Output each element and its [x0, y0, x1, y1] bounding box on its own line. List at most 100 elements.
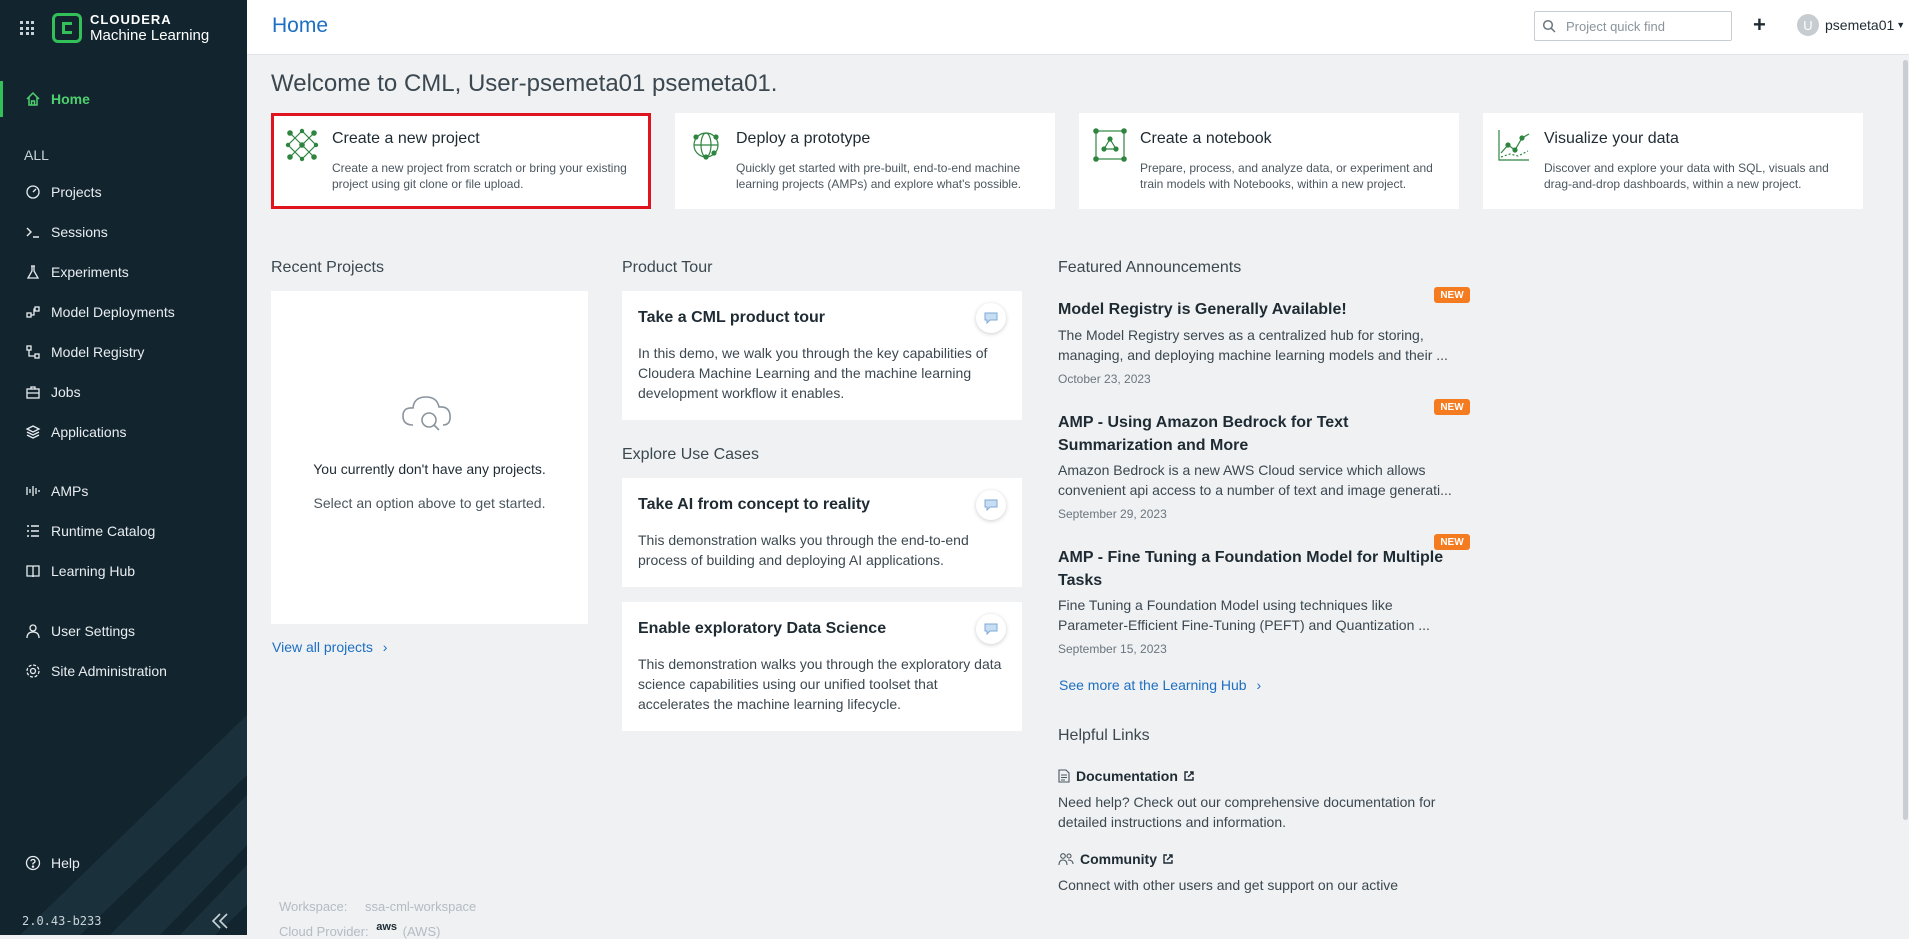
search-icon [1542, 19, 1556, 33]
recent-projects-panel: You currently don't have any projects. S… [271, 291, 588, 624]
community-link[interactable]: Community [1058, 851, 1174, 867]
book-icon [24, 562, 42, 580]
announcement-description: The Model Registry serves as a centraliz… [1058, 327, 1448, 363]
amps-icon [24, 482, 42, 500]
sidebar-item-projects[interactable]: Projects [0, 174, 247, 210]
sidebar: CLOUDERA Machine Learning Home ALL Proje… [0, 0, 247, 935]
announcement-title[interactable]: AMP - Using Amazon Bedrock for Text Summ… [1058, 411, 1458, 457]
list-icon [24, 522, 42, 540]
sidebar-item-learning-hub[interactable]: Learning Hub [0, 553, 247, 589]
sidebar-item-label: Learning Hub [51, 563, 136, 579]
card-description: Prepare, process, and analyze data, or e… [1140, 161, 1433, 191]
chat-icon [976, 614, 1006, 644]
announcement-date: September 29, 2023 [1058, 507, 1167, 521]
terminal-icon [24, 223, 42, 241]
deployments-icon [24, 303, 42, 321]
user-icon [24, 622, 42, 640]
provider-label: Cloud Provider: [279, 924, 369, 939]
sidebar-item-sessions[interactable]: Sessions [0, 214, 247, 250]
card-description: Quickly get started with pre-built, end-… [736, 161, 1022, 191]
brand-product: Machine Learning [90, 27, 210, 44]
card-description: This demonstration walks you through the… [638, 656, 1002, 712]
announcement-title[interactable]: Model Registry is Generally Available! [1058, 298, 1458, 321]
username: psemeta01 [1825, 17, 1895, 33]
sidebar-item-applications[interactable]: Applications [0, 414, 247, 450]
announcements-heading: Featured Announcements [1058, 259, 1242, 276]
link-label: See more at the Learning Hub [1059, 677, 1247, 693]
user-menu[interactable]: U psemeta01 ▼ [1797, 14, 1905, 36]
link-label: Documentation [1076, 768, 1178, 784]
provider-value: (AWS) [402, 924, 441, 939]
top-header: Home + U psemeta01 ▼ [247, 0, 1909, 55]
card-title: Enable exploratory Data Science [638, 620, 887, 637]
chevron-down-icon: ▼ [1896, 20, 1906, 30]
card-description: This demonstration walks you through the… [638, 532, 969, 568]
aws-logo-icon: aws [376, 921, 398, 933]
empty-state-hint: Select an option above to get started. [313, 495, 546, 511]
sidebar-item-label: AMPs [51, 483, 89, 499]
create-notebook-card[interactable]: Create a notebook Prepare, process, and … [1079, 113, 1459, 209]
sidebar-item-label: Home [51, 91, 90, 107]
product-tour-heading: Product Tour [622, 259, 713, 276]
sidebar-item-jobs[interactable]: Jobs [0, 374, 247, 410]
documentation-link[interactable]: Documentation [1058, 768, 1195, 784]
sidebar-item-label: User Settings [51, 623, 136, 639]
external-link-icon [1162, 853, 1174, 865]
sidebar-item-amps[interactable]: AMPs [0, 473, 247, 509]
sidebar-item-home[interactable]: Home [0, 81, 247, 117]
visualize-data-card[interactable]: Visualize your data Discover and explore… [1483, 113, 1863, 209]
card-description: Discover and explore your data with SQL,… [1544, 161, 1829, 191]
sidebar-item-label: Sessions [51, 224, 108, 240]
external-link-icon [1183, 770, 1195, 782]
use-case-card-ai[interactable]: Take AI from concept to reality This dem… [622, 478, 1022, 587]
sidebar-item-model-registry[interactable]: Model Registry [0, 334, 247, 370]
card-title: Visualize your data [1544, 130, 1679, 147]
project-search-box[interactable] [1534, 11, 1732, 41]
documentation-description: Need help? Check out our comprehensive d… [1058, 794, 1436, 830]
view-all-projects-link[interactable]: View all projects › [272, 639, 387, 655]
sidebar-item-label: Model Deployments [51, 304, 175, 320]
announcement-description: Fine Tuning a Foundation Model using tec… [1058, 597, 1430, 633]
sidebar-section-label: ALL [24, 147, 49, 163]
add-icon[interactable]: + [1753, 14, 1766, 36]
card-title: Create a new project [332, 130, 480, 147]
create-project-card[interactable]: Create a new project Create a new projec… [271, 113, 651, 209]
sidebar-item-runtime-catalog[interactable]: Runtime Catalog [0, 513, 247, 549]
app-switcher-icon[interactable] [20, 21, 34, 35]
avatar: U [1797, 14, 1819, 36]
briefcase-icon [24, 383, 42, 401]
product-tour-card[interactable]: Take a CML product tour In this demo, we… [622, 291, 1022, 420]
sidebar-item-experiments[interactable]: Experiments [0, 254, 247, 290]
home-icon [24, 90, 42, 108]
use-case-card-data-science[interactable]: Enable exploratory Data Science This dem… [622, 602, 1022, 731]
sidebar-item-model-deployments[interactable]: Model Deployments [0, 294, 247, 330]
sidebar-item-help[interactable]: Help [0, 845, 247, 881]
document-icon [1058, 769, 1070, 783]
sidebar-item-site-administration[interactable]: Site Administration [0, 653, 247, 689]
link-label: View all projects [272, 639, 373, 655]
sidebar-item-label: Help [51, 855, 80, 871]
card-description: In this demo, we walk you through the ke… [638, 345, 988, 401]
cloud-search-icon [399, 387, 459, 442]
deploy-prototype-card[interactable]: Deploy a prototype Quickly get started w… [675, 113, 1055, 209]
community-description: Connect with other users and get support… [1058, 877, 1399, 893]
scrollbar-thumb[interactable] [1903, 60, 1908, 820]
version-label: 2.0.43-b233 [22, 914, 102, 928]
workspace-info: Workspace: ssa-cml-workspace [279, 899, 476, 914]
see-more-learning-hub-link[interactable]: See more at the Learning Hub › [1059, 677, 1261, 693]
helpful-links-heading: Helpful Links [1058, 727, 1150, 744]
brand: CLOUDERA Machine Learning [20, 10, 209, 46]
sidebar-item-label: Model Registry [51, 344, 145, 360]
sidebar-item-label: Experiments [51, 264, 129, 280]
chat-icon [976, 490, 1006, 520]
empty-state-message: You currently don't have any projects. [313, 461, 546, 477]
collapse-sidebar-icon[interactable] [210, 911, 230, 931]
sidebar-decoration [20, 715, 247, 935]
flask-icon [24, 263, 42, 281]
announcement-title[interactable]: AMP - Fine Tuning a Foundation Model for… [1058, 546, 1458, 592]
recent-projects-heading: Recent Projects [271, 259, 384, 276]
search-input[interactable] [1564, 17, 1728, 35]
chevron-right-icon: › [382, 639, 388, 655]
card-description: Create a new project from scratch or bri… [332, 161, 627, 191]
sidebar-item-user-settings[interactable]: User Settings [0, 613, 247, 649]
